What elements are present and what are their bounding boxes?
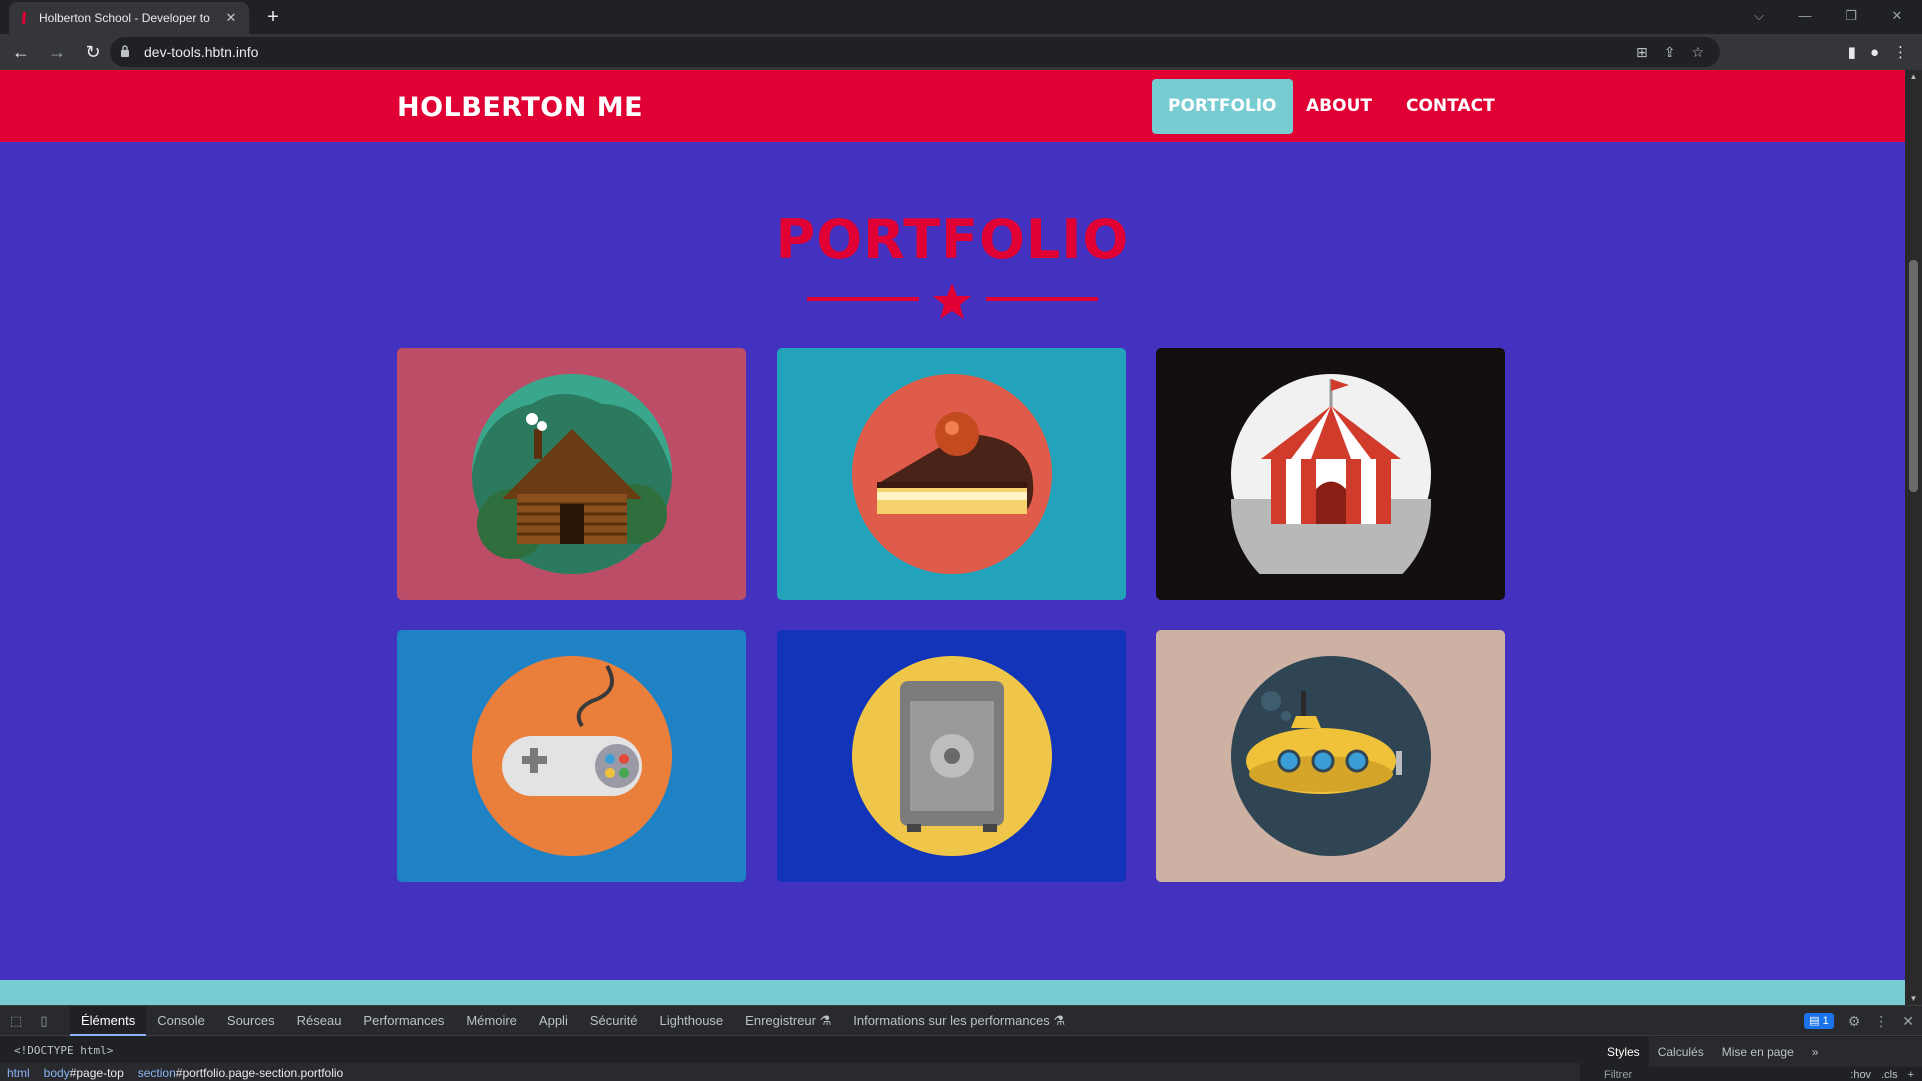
breadcrumb-item[interactable]: section#portfolio.page-section.portfolio: [131, 1066, 350, 1080]
portfolio-item-circus[interactable]: [1156, 348, 1505, 600]
portfolio-item-submarine[interactable]: [1156, 630, 1505, 882]
portfolio-item-cake[interactable]: [777, 348, 1126, 600]
devtools-tab[interactable]: Enregistreur ⚗: [734, 1006, 842, 1036]
cake-icon: [851, 374, 1052, 574]
scroll-thumb[interactable]: [1909, 260, 1918, 492]
dom-doctype-line[interactable]: <!DOCTYPE html>: [14, 1044, 113, 1057]
devtools-tab[interactable]: Informations sur les performances ⚗: [842, 1006, 1076, 1036]
devtools-tab[interactable]: Éléments: [70, 1005, 147, 1036]
devtools-tab[interactable]: Performances: [352, 1006, 455, 1036]
next-section-strip: [0, 980, 1905, 1005]
site-brand[interactable]: HOLBERTON ME: [397, 92, 643, 123]
new-tab-button[interactable]: +: [262, 6, 284, 28]
star-icon: [933, 283, 971, 319]
bookmark-star-icon[interactable]: ☆: [1691, 44, 1704, 61]
url-text: dev-tools.hbtn.info: [144, 44, 259, 60]
breadcrumb-selector: #portfolio.page-section.portfolio: [175, 1065, 344, 1080]
tab-close-icon[interactable]: ✕: [223, 10, 239, 26]
scroll-up-icon[interactable]: ▲: [1909, 72, 1918, 81]
tab-search-icon[interactable]: ⌵: [1736, 4, 1782, 28]
devtools-close-icon[interactable]: ✕: [1902, 1013, 1914, 1030]
page-scrollbar[interactable]: ▲ ▼: [1905, 70, 1922, 1005]
cabin-icon: [471, 374, 672, 574]
styles-filter-input[interactable]: Filtrer: [1604, 1069, 1632, 1081]
safe-icon: [851, 656, 1052, 856]
breadcrumb-selector: #page-top: [69, 1065, 124, 1080]
more-tabs-icon[interactable]: »: [1803, 1037, 1828, 1067]
game-controller-icon: [471, 656, 672, 856]
portfolio-item-cabin[interactable]: [397, 348, 746, 600]
restore-icon[interactable]: ❐: [1828, 4, 1874, 28]
devtools-tab[interactable]: Réseau: [286, 1006, 353, 1036]
nav-contact[interactable]: CONTACT: [1390, 79, 1511, 134]
portfolio-item-game[interactable]: [397, 630, 746, 882]
submarine-icon: [1230, 656, 1431, 856]
browser-tab[interactable]: Holberton School - Developer to ✕: [9, 2, 249, 34]
hov-toggle[interactable]: :hov: [1850, 1069, 1871, 1081]
tab-styles[interactable]: Styles: [1598, 1037, 1649, 1067]
devtools-tab[interactable]: Appli: [528, 1006, 579, 1036]
breadcrumb-item[interactable]: body#page-top: [37, 1066, 131, 1080]
page-viewport: HOLBERTON ME PORTFOLIO ABOUT CONTACT POR…: [0, 70, 1905, 1005]
close-window-icon[interactable]: ✕: [1874, 4, 1920, 28]
breadcrumb-item[interactable]: html: [0, 1066, 37, 1080]
nav-about[interactable]: ABOUT: [1290, 79, 1388, 134]
devtools-tab[interactable]: Console: [146, 1006, 216, 1036]
share-icon[interactable]: ⇪: [1664, 44, 1676, 61]
browser-menu-icon[interactable]: ⋮: [1893, 43, 1908, 61]
devtools-tabs: Éléments Console Sources Réseau Performances…: [70, 1005, 1076, 1036]
inspect-element-icon[interactable]: ⬚: [4, 1009, 28, 1033]
styles-filter-row: Filtrer :hov .cls +: [1598, 1067, 1922, 1081]
portfolio-heading: PORTFOLIO: [775, 208, 1130, 271]
devtools-panel: ⬚ ▯ Éléments Console Sources Réseau Performa…: [0, 1005, 1922, 1081]
back-arrow-icon[interactable]: ←: [6, 37, 36, 67]
cls-toggle[interactable]: .cls: [1881, 1069, 1898, 1081]
issues-count: 1: [1822, 1015, 1829, 1027]
breadcrumb-tag: section: [137, 1065, 176, 1080]
profile-avatar-icon[interactable]: ●: [1870, 44, 1879, 61]
translate-icon[interactable]: ⊞: [1636, 44, 1648, 61]
side-panel-icon[interactable]: ▮: [1848, 43, 1856, 61]
devtools-tab[interactable]: Mémoire: [455, 1006, 528, 1036]
breadcrumb-tag: html: [7, 1065, 30, 1080]
devtools-menu-icon[interactable]: ⋮: [1874, 1013, 1888, 1030]
browser-toolbar: ← → ↻ dev-tools.hbtn.info ⊞ ⇪ ☆ ▮ ● ⋮: [0, 34, 1922, 70]
lock-icon: [120, 45, 134, 59]
nav-portfolio[interactable]: PORTFOLIO: [1152, 79, 1293, 134]
browser-tab-strip: Holberton School - Developer to ✕ + ⌵ — …: [0, 0, 1922, 34]
reload-icon[interactable]: ↻: [78, 37, 108, 67]
devtools-tab-bar: ⬚ ▯ Éléments Console Sources Réseau Performa…: [0, 1005, 1922, 1036]
devtools-tab[interactable]: Sécurité: [579, 1006, 649, 1036]
new-rule-icon[interactable]: +: [1908, 1069, 1914, 1081]
tab-layout[interactable]: Mise en page: [1713, 1037, 1803, 1067]
forward-arrow-icon[interactable]: →: [42, 37, 72, 67]
site-navbar: HOLBERTON ME PORTFOLIO ABOUT CONTACT: [0, 70, 1905, 142]
styles-pane-tabs: Styles Calculés Mise en page »: [1598, 1037, 1922, 1067]
scroll-down-icon[interactable]: ▼: [1909, 994, 1918, 1003]
portfolio-item-safe[interactable]: [777, 630, 1126, 882]
breadcrumb-tag: body: [43, 1065, 70, 1080]
holberton-favicon-icon: [19, 11, 29, 25]
minimize-icon[interactable]: —: [1782, 4, 1828, 28]
issues-badge[interactable]: ▤ 1: [1804, 1013, 1834, 1029]
devtools-tab[interactable]: Lighthouse: [649, 1006, 735, 1036]
device-toolbar-icon[interactable]: ▯: [32, 1009, 56, 1033]
circus-tent-icon: [1230, 374, 1431, 574]
devtools-tab[interactable]: Sources: [216, 1006, 286, 1036]
divider-left-line: [807, 297, 919, 301]
tab-computed[interactable]: Calculés: [1649, 1037, 1713, 1067]
breadcrumb: html body#page-top section#portfolio.pag…: [0, 1063, 1580, 1081]
settings-gear-icon[interactable]: ⚙: [1848, 1013, 1861, 1030]
tab-title: Holberton School - Developer to: [39, 11, 210, 25]
divider-right-line: [986, 297, 1098, 301]
address-bar[interactable]: dev-tools.hbtn.info ⊞ ⇪ ☆: [110, 37, 1720, 67]
